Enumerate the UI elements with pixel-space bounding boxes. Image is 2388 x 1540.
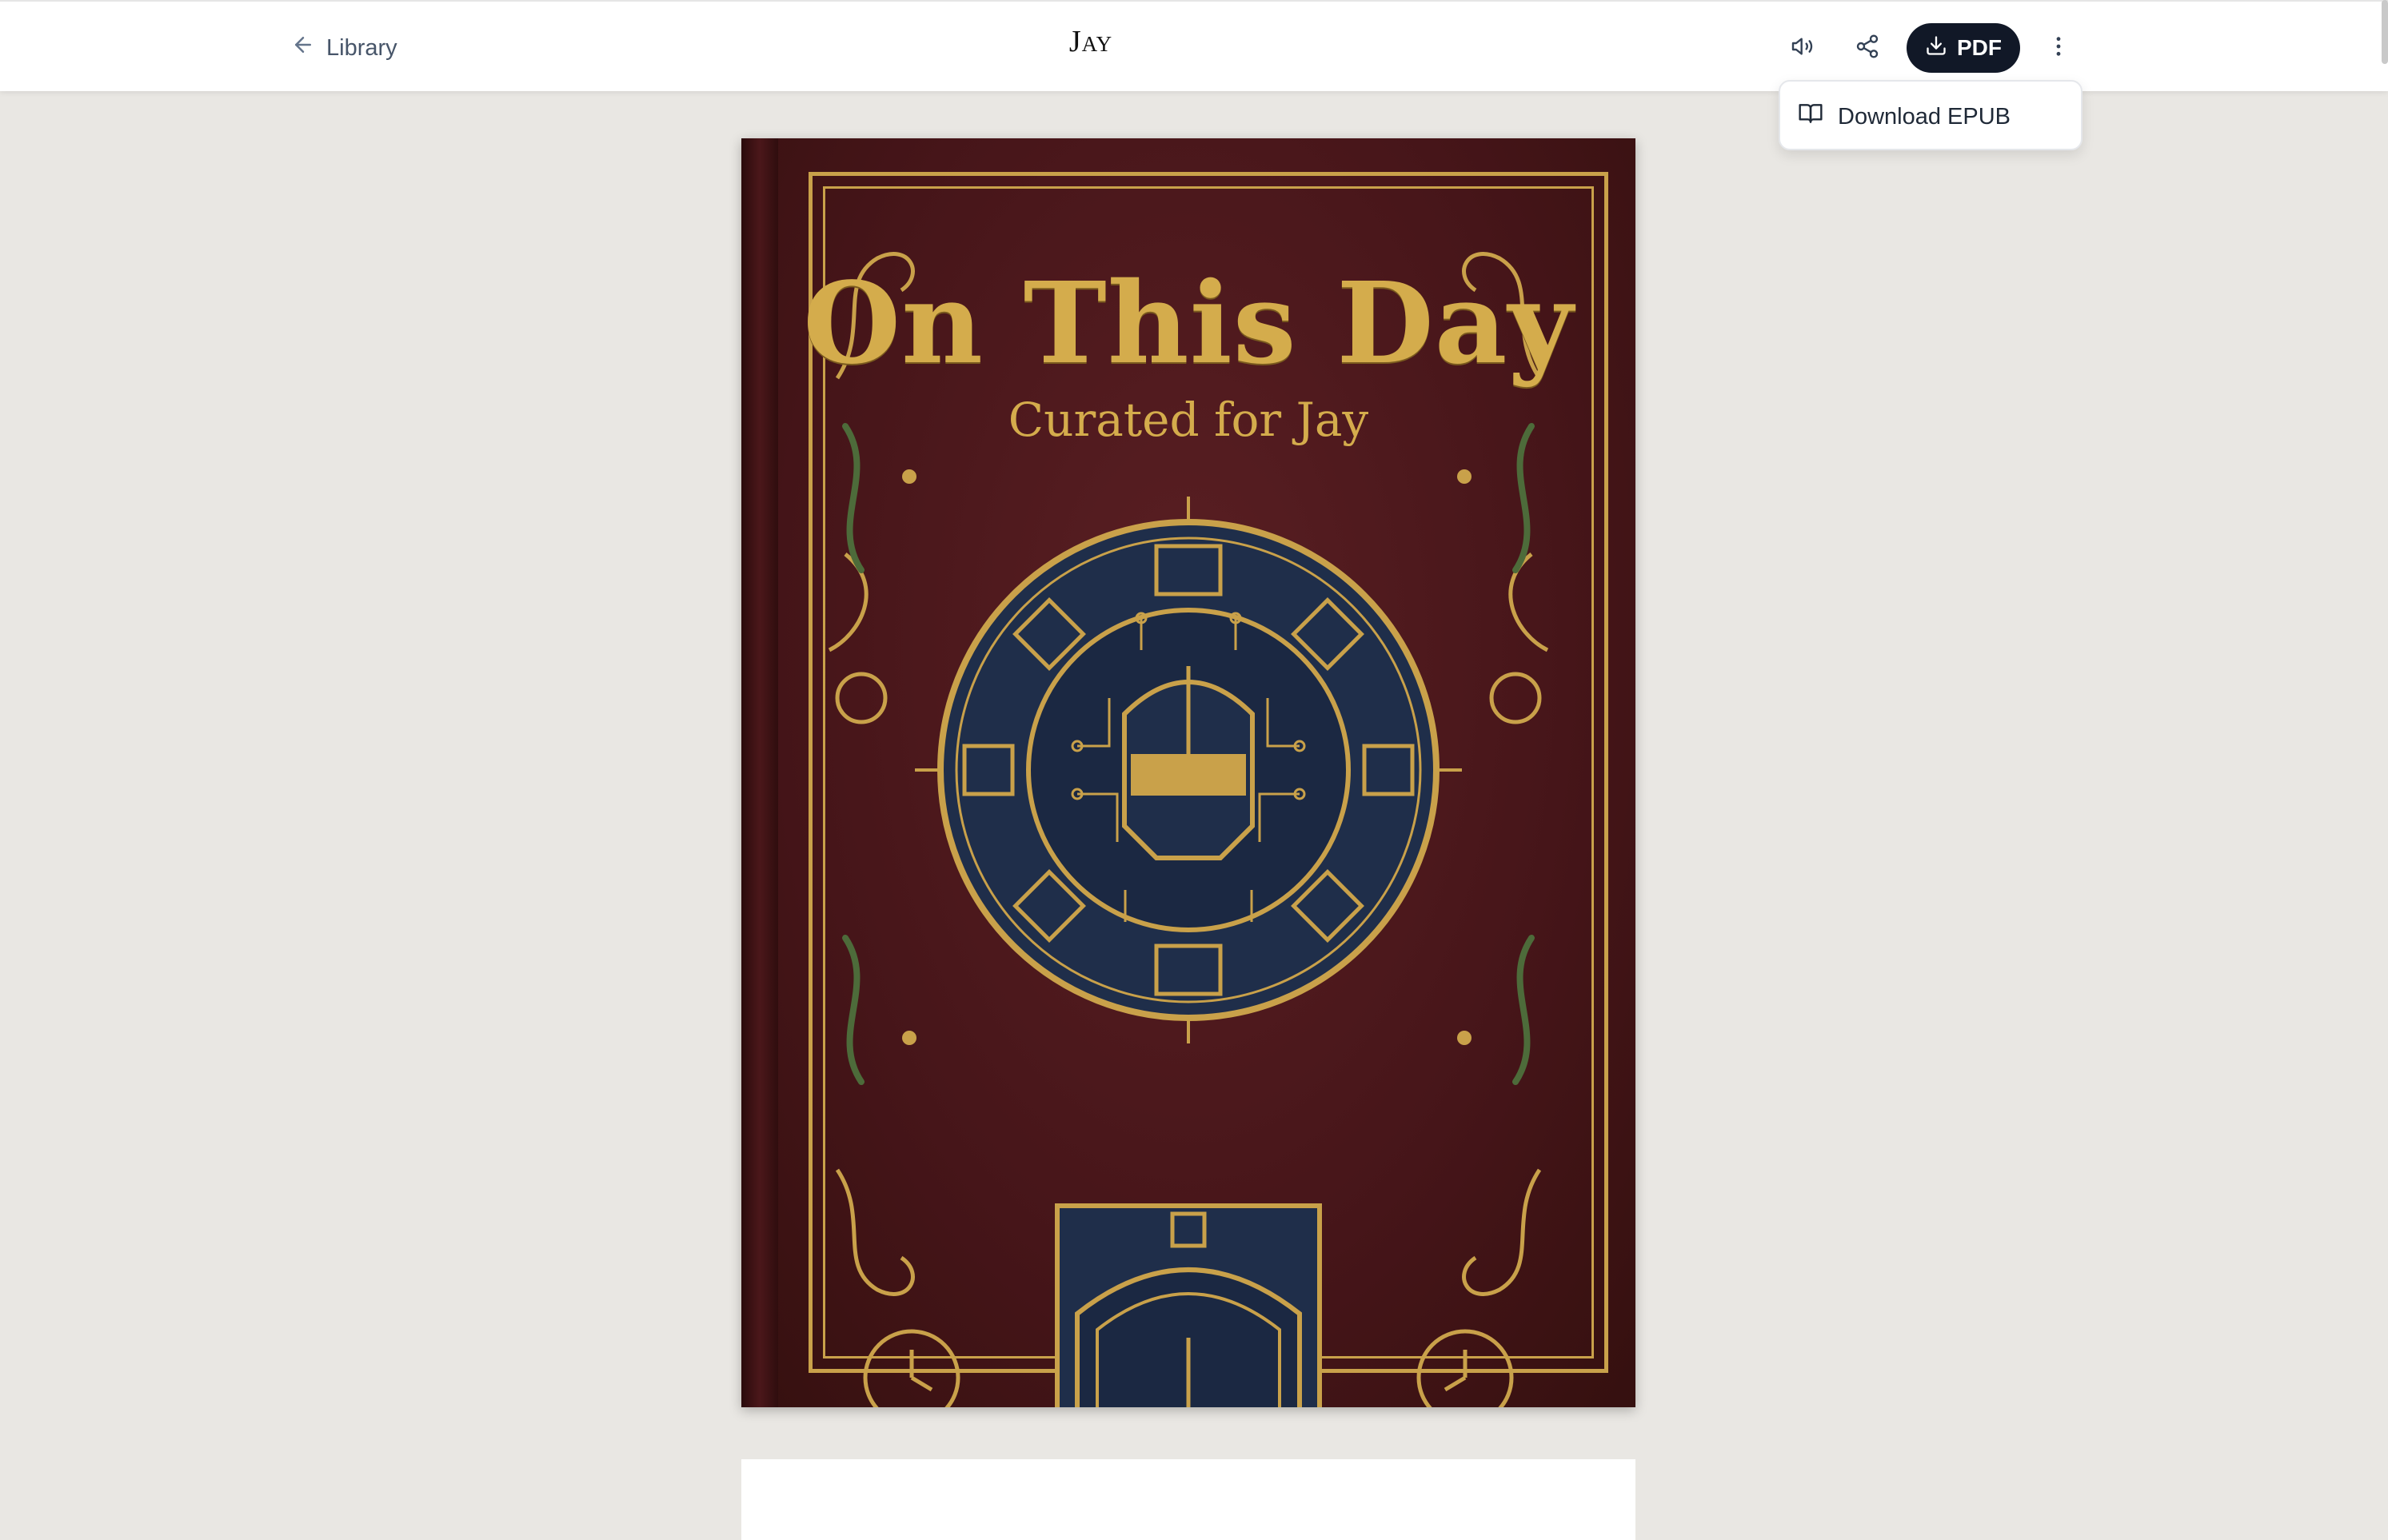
medallion-icon [915, 497, 1462, 1043]
back-link-label: Library [326, 34, 397, 61]
book-open-icon [1798, 101, 1823, 133]
next-page-preview [741, 1459, 1635, 1540]
arrow-left-icon [291, 33, 315, 63]
share-icon [1855, 34, 1880, 63]
cover-title: On This Day [803, 258, 1574, 389]
top-bar: Library Jay PDF [0, 0, 2388, 91]
read-aloud-button[interactable] [1780, 26, 1825, 70]
book-cover: On This Day Curated for Jay [741, 138, 1635, 1407]
download-epub-label: Download EPUB [1838, 103, 2011, 130]
speaker-icon [1790, 34, 1815, 63]
back-to-library-link[interactable]: Library [291, 30, 397, 66]
more-options-menu: Download EPUB [1779, 80, 2083, 150]
cover-subtitle: Curated for Jay [1008, 393, 1369, 447]
more-options-button[interactable] [2036, 26, 2081, 70]
page-scrollbar[interactable] [2382, 0, 2388, 64]
download-epub-menu-item[interactable]: Download EPUB [1798, 94, 2067, 139]
share-button[interactable] [1845, 26, 1890, 70]
pdf-button-label: PDF [1957, 35, 2002, 60]
download-pdf-button[interactable]: PDF [1907, 23, 2020, 73]
document-title: Jay [1068, 25, 1113, 58]
more-vertical-icon [2046, 34, 2071, 63]
arch-door-icon [1055, 1203, 1322, 1407]
download-icon [1925, 34, 1947, 62]
